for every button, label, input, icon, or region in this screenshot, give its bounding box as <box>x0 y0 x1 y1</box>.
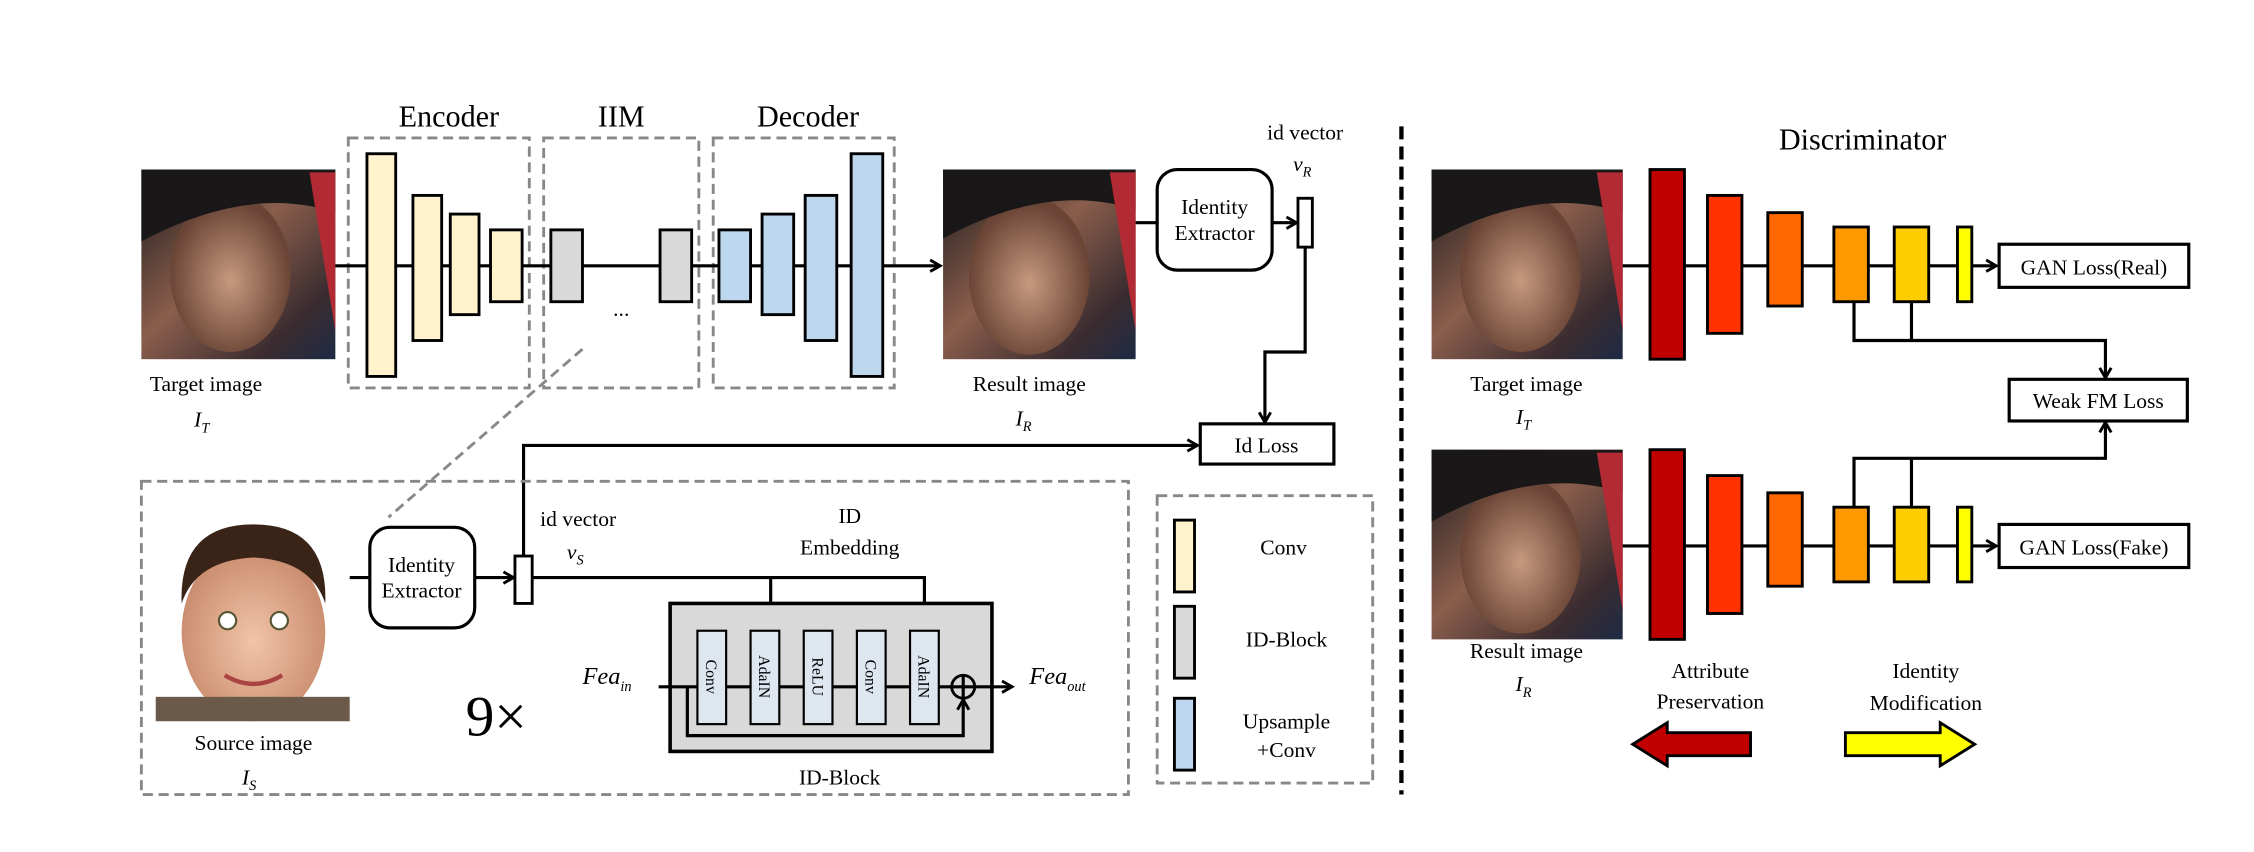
gan-loss-real-label: GAN Loss(Real) <box>2021 255 2168 279</box>
disc-fake-layer-5 <box>1892 505 1931 584</box>
result-image-symbol: IR <box>1015 406 1032 435</box>
legend-id-block: ID-Block <box>1246 628 1328 652</box>
decoder-layer <box>849 152 885 378</box>
legend-swatch-conv <box>1172 518 1196 594</box>
repeat-count: 9× <box>466 686 527 749</box>
id-block-layer <box>549 228 584 304</box>
fm-arrow-fake <box>1852 422 2105 511</box>
decoder-layer <box>803 193 839 342</box>
face-photo-result <box>943 169 1136 360</box>
disc-real-layer-1 <box>1648 168 1686 361</box>
id-block-layer-label: AdaIN <box>755 655 772 699</box>
encoder-title: Encoder <box>399 99 499 133</box>
result-image-label: Result image <box>973 372 1086 396</box>
arrow-left-icon <box>1630 720 1752 769</box>
id-embedding-line1: ID <box>838 504 861 528</box>
disc-fake-layer-6 <box>1956 505 1974 584</box>
disc-fake-layer-3 <box>1766 491 1804 588</box>
id-vector-r <box>1296 196 1314 249</box>
fea-out-label: Feaout <box>1028 663 1086 695</box>
id-loss-label: Id Loss <box>1234 434 1298 458</box>
id-embedding-line2: Embedding <box>800 536 900 560</box>
identity-modification-line2: Modification <box>1870 691 1983 715</box>
disc-target-label: Target image <box>1470 372 1582 396</box>
v-r-symbol: vR <box>1293 152 1312 181</box>
disc-result-label: Result image <box>1470 639 1583 663</box>
id-block-layer-label: Conv <box>702 660 719 694</box>
disc-fake-layer-2 <box>1706 474 1744 615</box>
source-image-label: Source image <box>195 731 313 755</box>
face-photo-disc-result <box>1431 449 1623 640</box>
zoom-indicator-line <box>387 348 584 519</box>
id-block-layer-label: Conv <box>862 660 879 694</box>
encoder-layer <box>365 152 398 378</box>
fm-arrow-real <box>1852 301 2105 378</box>
target-image-label: Target image <box>150 372 262 396</box>
legend-swatch-upsample <box>1172 696 1196 772</box>
legend-upsample-line1: Upsample <box>1243 709 1330 733</box>
disc-fake-layer-1 <box>1648 448 1686 641</box>
identity-extractor-box <box>1155 167 1274 272</box>
identity-extractor-line2: Extractor <box>1175 221 1255 245</box>
decoder-layer <box>760 212 796 317</box>
disc-fake-layer-4 <box>1832 505 1870 584</box>
id-block-title: ID-Block <box>799 765 881 789</box>
id-block-layer-label: ReLU <box>808 657 825 696</box>
faceshifter-architecture-diagram: Target image IT Encoder IIM Decoder ... … <box>139 99 2191 796</box>
encoder-layer <box>489 228 524 304</box>
iim-layers: ... <box>549 228 694 321</box>
identity-extractor-box-2 <box>368 525 477 630</box>
fea-in-label: Feain <box>581 663 631 695</box>
v-s-symbol: vS <box>567 540 584 569</box>
target-image-symbol: IT <box>193 408 210 437</box>
legend-swatch-id-block <box>1172 604 1196 680</box>
attribute-preservation-line1: Attribute <box>1671 659 1749 683</box>
ellipsis: ... <box>613 297 629 321</box>
id-block-layer <box>658 228 694 304</box>
id-vector-label: id vector <box>1267 120 1343 144</box>
encoder-layer <box>411 193 444 342</box>
identity-extractor-2-line2: Extractor <box>381 579 461 603</box>
disc-real-layer-3 <box>1766 211 1804 308</box>
discriminator-layers <box>1648 168 1974 641</box>
id-vector-s <box>513 554 534 605</box>
disc-real-layer-6 <box>1956 225 1974 304</box>
gan-loss-fake-label: GAN Loss(Fake) <box>2019 536 2168 560</box>
disc-result-symbol: IR <box>1515 672 1532 701</box>
face-photo-target <box>141 169 336 360</box>
id-vector-s-label: id vector <box>540 507 616 531</box>
id-block-layer-label: AdaIN <box>915 655 932 699</box>
encoder-layer <box>448 212 481 317</box>
identity-extractor-2-line1: Identity <box>388 553 455 577</box>
source-image-symbol: IS <box>241 765 256 794</box>
identity-modification-line1: Identity <box>1892 659 1959 683</box>
disc-real-layer-2 <box>1706 193 1744 335</box>
decoder-layer <box>717 228 753 304</box>
disc-target-symbol: IT <box>1515 405 1532 434</box>
legend-conv: Conv <box>1260 536 1307 560</box>
attribute-preservation-line2: Preservation <box>1656 689 1764 713</box>
face-photo-source <box>155 524 350 722</box>
decoder-title: Decoder <box>757 99 859 133</box>
identity-extractor-line1: Identity <box>1181 195 1248 219</box>
legend-upsample-line2: +Conv <box>1257 738 1316 762</box>
face-photo-disc-target <box>1431 169 1623 360</box>
iim-title: IIM <box>598 99 645 133</box>
disc-real-layer-4 <box>1832 225 1870 304</box>
disc-real-layer-5 <box>1892 225 1931 304</box>
arrow-right-icon <box>1843 720 1978 769</box>
weak-fm-loss-label: Weak FM Loss <box>2033 389 2164 413</box>
arrow-to-id-loss <box>1265 247 1307 422</box>
discriminator-title: Discriminator <box>1779 122 1946 156</box>
